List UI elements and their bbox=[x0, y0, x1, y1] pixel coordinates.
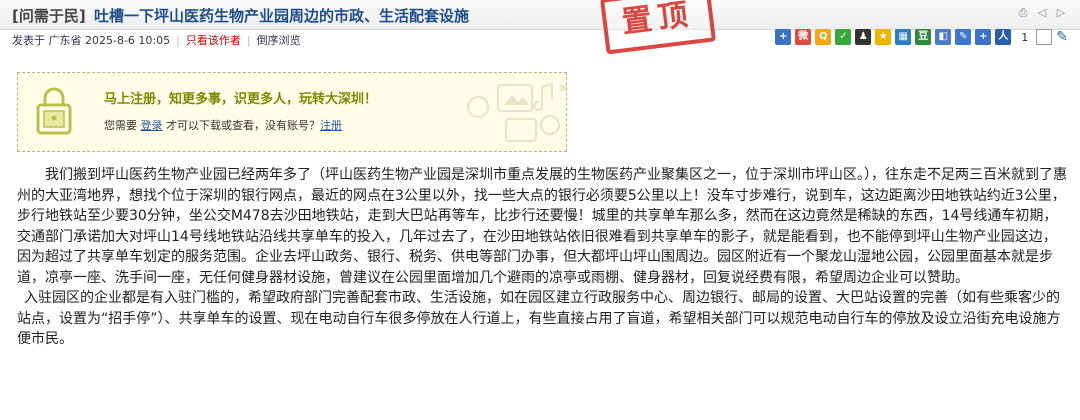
pen-icon[interactable]: ✎ bbox=[1056, 29, 1068, 45]
share-count: 1 bbox=[1021, 30, 1029, 44]
register-headline: 马上注册，知更多事，识更多人，玩转大深圳！ bbox=[104, 92, 378, 107]
share-toolbar: + 微 Q ✓ ♟ ★ ▦ 豆 ◧ ✎ + 人 1 ✎ bbox=[775, 29, 1068, 45]
login-prompt-box: 马上注册，知更多事，识更多人，玩转大深圳！ 您需要 登录 才可以下载或查看，没有… bbox=[17, 72, 567, 152]
login-link[interactable]: 登录 bbox=[141, 119, 163, 132]
register-link[interactable]: 注册 bbox=[320, 119, 342, 132]
bookmark-icon[interactable]: ◧ bbox=[935, 29, 952, 45]
login-prompt: 您需要 登录 才可以下载或查看，没有账号？注册 bbox=[104, 119, 342, 132]
post-title-bar: [问需于民] 吐槽一下坪山医药生物产业园周边的市政、生活配套设施 ⎙ ◁ ▷ bbox=[0, 0, 1080, 30]
media-decoration-icon bbox=[467, 82, 567, 142]
qzone-icon[interactable]: Q bbox=[815, 29, 832, 45]
post-title: 吐槽一下坪山医药生物产业园周边的市政、生活配套设施 bbox=[94, 7, 470, 25]
select-checkbox[interactable] bbox=[1036, 29, 1053, 45]
plus-icon[interactable]: + bbox=[975, 29, 992, 45]
title-tools: ⎙ ◁ ▷ bbox=[1016, 6, 1068, 20]
qq-icon[interactable]: ♟ bbox=[855, 29, 872, 45]
next-arrow-icon[interactable]: ▷ bbox=[1054, 6, 1068, 20]
edit-icon[interactable]: ✎ bbox=[955, 29, 972, 45]
body-paragraph-1: 我们搬到坪山医药生物产业园已经两年多了（坪山医药生物产业园是深圳市重点发展的生物… bbox=[17, 167, 1067, 286]
post-date: 发表于 广东省 2025-8-6 10:05 bbox=[12, 34, 171, 47]
wechat-icon[interactable]: ✓ bbox=[835, 29, 852, 45]
star-icon[interactable]: ★ bbox=[875, 29, 892, 45]
douban-icon[interactable]: 豆 bbox=[915, 29, 932, 45]
lock-icon bbox=[36, 87, 72, 135]
prev-arrow-icon[interactable]: ◁ bbox=[1035, 6, 1049, 20]
only-author-link[interactable]: 只看该作者 bbox=[186, 34, 241, 47]
renren-icon[interactable]: 人 bbox=[995, 29, 1012, 45]
weibo-icon[interactable]: 微 bbox=[795, 29, 812, 45]
body-paragraph-2: 入驻园区的企业都是有入驻门槛的，希望政府部门完善配套市政、生活设施，如在园区建立… bbox=[17, 290, 1061, 347]
reverse-order-link[interactable]: 倒序浏览 bbox=[257, 34, 301, 47]
print-icon[interactable]: ⎙ bbox=[1016, 6, 1030, 20]
add-icon[interactable]: + bbox=[775, 29, 792, 45]
post-category-tag[interactable]: [问需于民] bbox=[12, 5, 86, 26]
qrcode-icon[interactable]: ▦ bbox=[895, 29, 912, 45]
post-body: 我们搬到坪山医药生物产业园已经两年多了（坪山医药生物产业园是深圳市重点发展的生物… bbox=[17, 165, 1067, 350]
